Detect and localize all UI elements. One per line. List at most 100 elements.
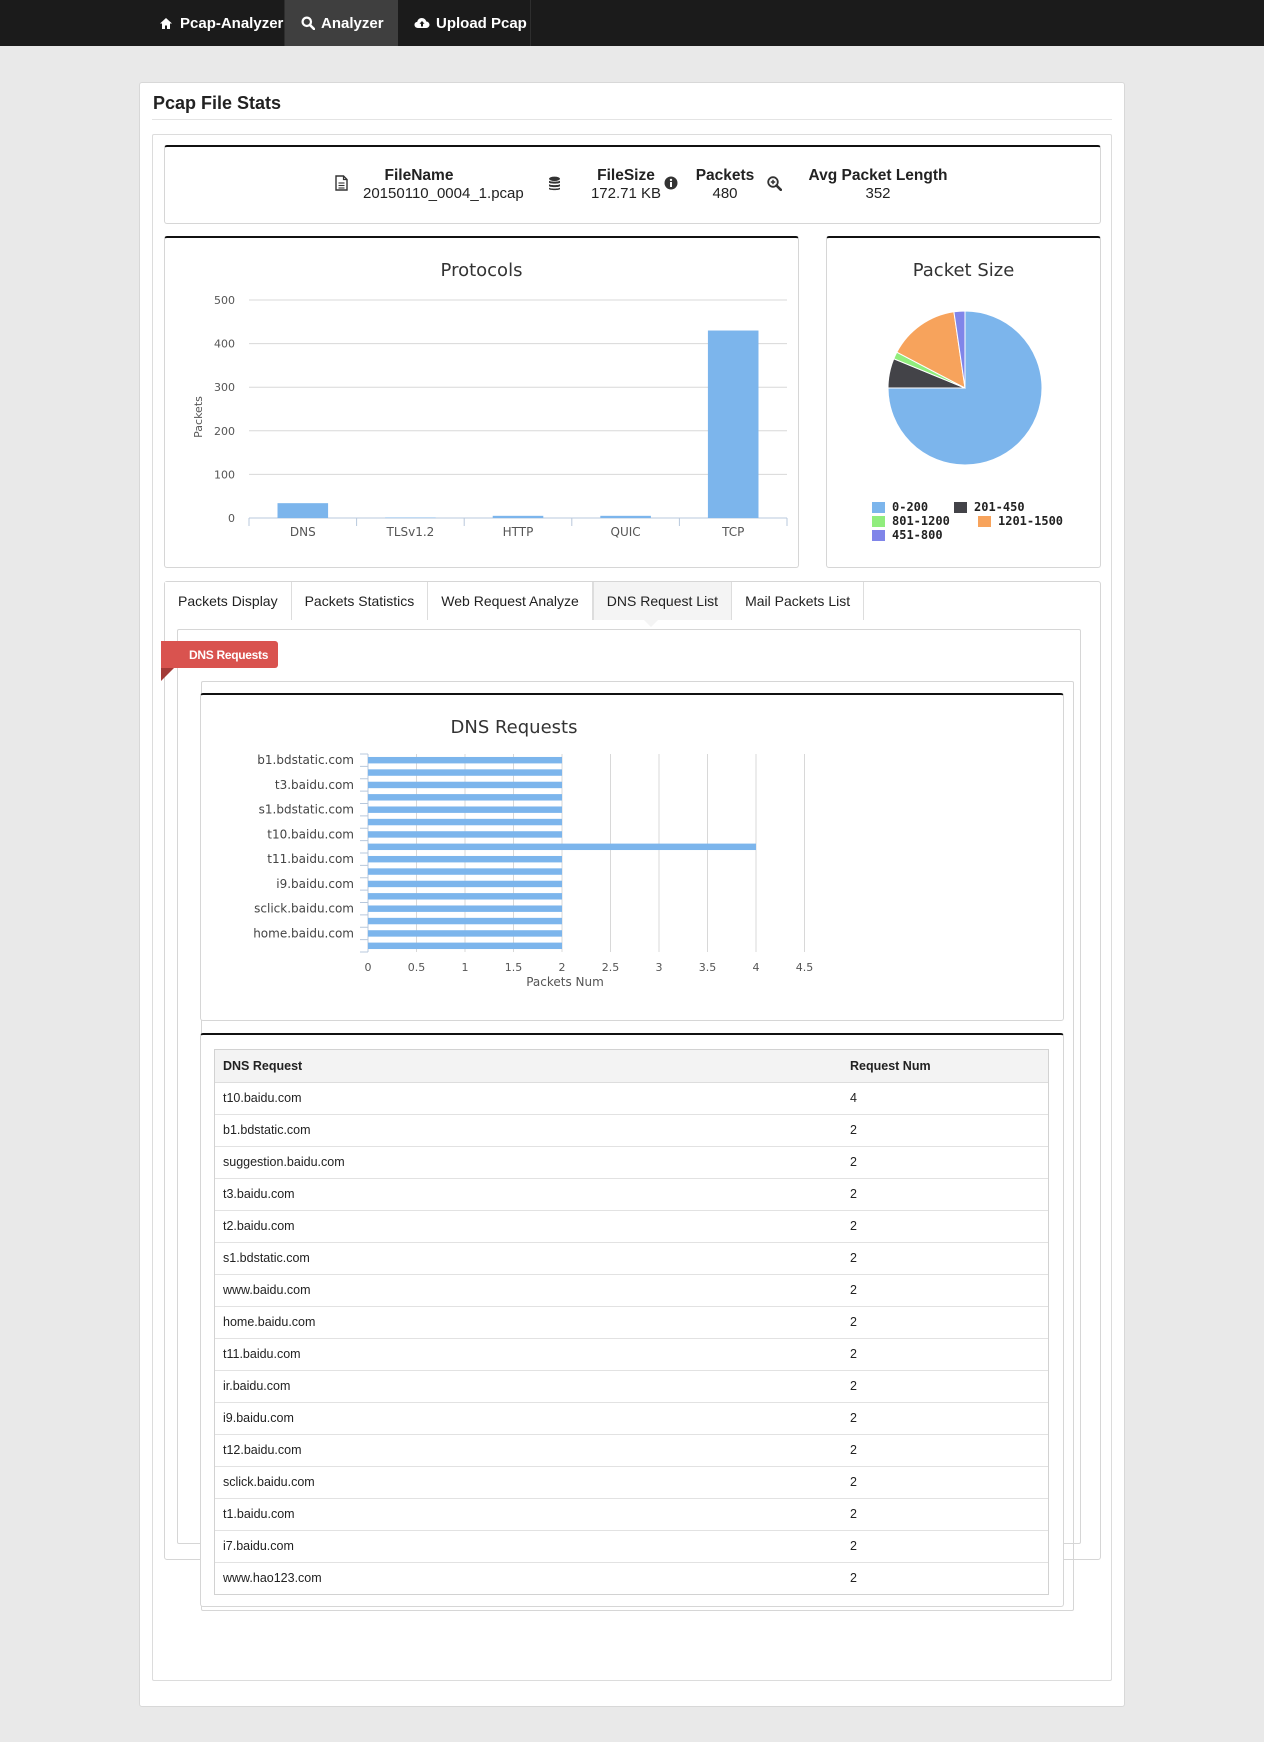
table-row[interactable]: www.baidu.com 2 [215, 1273, 1048, 1306]
y-category-label: t11.baidu.com [267, 852, 354, 866]
file-icon [333, 175, 349, 191]
table-row[interactable]: www.hao123.com 2 [215, 1561, 1048, 1594]
legend-label: 1201-1500 [998, 514, 1064, 528]
nav-pcap-analyzer[interactable]: Pcap-Analyzer [142, 0, 299, 46]
tab-mail-packets-list[interactable]: Mail Packets List [732, 582, 865, 620]
dns-chart-box: DNS Requests 0 0.5 1 1.5 2 2.5 3 3.5 4 4.5 Packets … [200, 693, 1064, 1021]
dns-bar [368, 781, 562, 789]
stat-avg-packet-length: Avg Packet Length 352 [793, 167, 963, 203]
column-header-request-num[interactable]: Request Num [842, 1050, 1048, 1083]
y-tick-label: 300 [214, 381, 235, 394]
table-row[interactable]: i9.baidu.com 2 [215, 1401, 1048, 1434]
table-row[interactable]: sclick.baidu.com 2 [215, 1465, 1048, 1498]
table-row[interactable]: t3.baidu.com 2 [215, 1177, 1048, 1210]
request-num-cell: 2 [842, 1145, 1048, 1178]
legend-swatch [872, 515, 885, 527]
dns-table-wrap: DNS Request Request Num t10.baidu.com 4 b1… [214, 1049, 1049, 1595]
table-row[interactable]: suggestion.baidu.com 2 [215, 1145, 1048, 1178]
nav-label: Upload Pcap [436, 14, 527, 32]
x-tick-label: 2.5 [602, 961, 620, 974]
stat-label: Packets [695, 167, 755, 184]
y-category-label: t3.baidu.com [275, 778, 354, 792]
legend-label: 801-1200 [892, 514, 950, 528]
nav-divider [530, 0, 531, 46]
legend-swatch [872, 501, 885, 513]
dns-bar [368, 843, 756, 851]
packet-size-chart-box: Packet Size 0-200 201-450 801-1200 1201-… [826, 236, 1101, 568]
page-title: Pcap File Stats [153, 93, 282, 113]
column-header-dns-request[interactable]: DNS Request [215, 1050, 842, 1083]
x-axis-label: Packets Num [526, 975, 604, 989]
legend-item[interactable]: 801-1200 [872, 514, 950, 528]
request-num-cell: 2 [842, 1241, 1048, 1274]
request-num-cell: 2 [842, 1561, 1048, 1594]
protocols-chart: 0 100 200 300 400 500 Packets DNS TLSv1.2 HTTP QUI… [192, 294, 788, 539]
x-tick-label: 1.5 [505, 961, 523, 974]
legend-item[interactable]: 0-200 [872, 500, 928, 514]
dns-bar [368, 893, 562, 900]
bar-tlsv1-2 [385, 517, 436, 519]
dns-request-cell: s1.bdstatic.com [215, 1241, 842, 1274]
y-tick-label: 400 [214, 338, 235, 351]
chart-title: DNS Requests [451, 717, 578, 738]
bar-tcp [707, 330, 759, 518]
dns-request-cell: t2.baidu.com [215, 1209, 842, 1242]
tab-packets-display[interactable]: Packets Display [165, 582, 292, 620]
nav-label: Pcap-Analyzer [180, 14, 284, 32]
stat-value: 20150110_0004_1.pcap [363, 185, 524, 202]
home-icon [158, 17, 174, 30]
table-row[interactable]: ir.baidu.com 2 [215, 1369, 1048, 1402]
table-row[interactable]: t1.baidu.com 2 [215, 1497, 1048, 1530]
table-row[interactable]: t2.baidu.com 2 [215, 1209, 1048, 1242]
legend-item[interactable]: 1201-1500 [978, 514, 1063, 528]
tab-packets-statistics[interactable]: Packets Statistics [291, 582, 429, 620]
legend-swatch [872, 529, 885, 541]
x-tick-label: TCP [721, 525, 744, 539]
dns-bar [368, 769, 562, 776]
table-row[interactable]: s1.bdstatic.com 2 [215, 1241, 1048, 1274]
dns-request-cell: t10.baidu.com [215, 1081, 842, 1114]
top-navbar: Pcap-Analyzer Analyzer Upload Pcap [0, 0, 1264, 46]
y-category-label: b1.bdstatic.com [257, 753, 354, 767]
legend-item[interactable]: 451-800 [872, 528, 943, 542]
dns-requests-ribbon: DNS Requests [161, 641, 279, 668]
dns-request-cell: b1.bdstatic.com [215, 1113, 842, 1146]
table-row[interactable]: t12.baidu.com 2 [215, 1433, 1048, 1466]
tab-web-request-analyze[interactable]: Web Request Analyze [428, 582, 593, 620]
stat-label: Avg Packet Length [808, 167, 948, 184]
stat-packets: Packets 480 [685, 167, 765, 203]
x-tick-label: 1 [462, 961, 469, 974]
nav-upload-pcap[interactable]: Upload Pcap [398, 0, 543, 46]
dns-table-box: DNS Request Request Num t10.baidu.com 4 b1… [200, 1033, 1064, 1607]
dns-request-cell: t11.baidu.com [215, 1337, 842, 1370]
tab-dns-request-list[interactable]: DNS Request List [592, 582, 733, 620]
request-num-cell: 2 [842, 1401, 1048, 1434]
cloud-upload-icon [414, 17, 430, 29]
dns-request-cell: t1.baidu.com [215, 1497, 842, 1530]
nav-analyzer[interactable]: Analyzer [285, 0, 398, 46]
legend-item[interactable]: 201-450 [954, 500, 1025, 514]
table-row[interactable]: home.baidu.com 2 [215, 1305, 1048, 1338]
dns-request-cell: www.baidu.com [215, 1273, 842, 1306]
y-category-label: t10.baidu.com [267, 827, 354, 841]
table-row[interactable]: t11.baidu.com 2 [215, 1337, 1048, 1370]
x-tick-label: 4 [753, 961, 760, 974]
y-tick-label: 0 [228, 512, 235, 525]
x-tick-label: 2 [559, 961, 566, 974]
table-row[interactable]: i7.baidu.com 2 [215, 1529, 1048, 1562]
active-tab-pointer [644, 620, 658, 627]
x-tick-label: 0 [365, 961, 372, 974]
y-category-label: home.baidu.com [253, 926, 354, 940]
request-num-cell: 2 [842, 1305, 1048, 1338]
dns-request-cell: ir.baidu.com [215, 1369, 842, 1402]
bar-dns [277, 503, 329, 518]
table-row[interactable]: b1.bdstatic.com 2 [215, 1113, 1048, 1146]
dns-bar [368, 930, 562, 937]
x-tick-label: 4.5 [796, 961, 814, 974]
table-header-row: DNS Request Request Num [215, 1050, 1048, 1083]
stat-value: 352 [865, 185, 891, 202]
table-row[interactable]: t10.baidu.com 4 [215, 1081, 1048, 1114]
stat-value: 480 [712, 185, 738, 202]
y-tick-label: 500 [214, 294, 235, 307]
x-tick-label: 0.5 [408, 961, 426, 974]
